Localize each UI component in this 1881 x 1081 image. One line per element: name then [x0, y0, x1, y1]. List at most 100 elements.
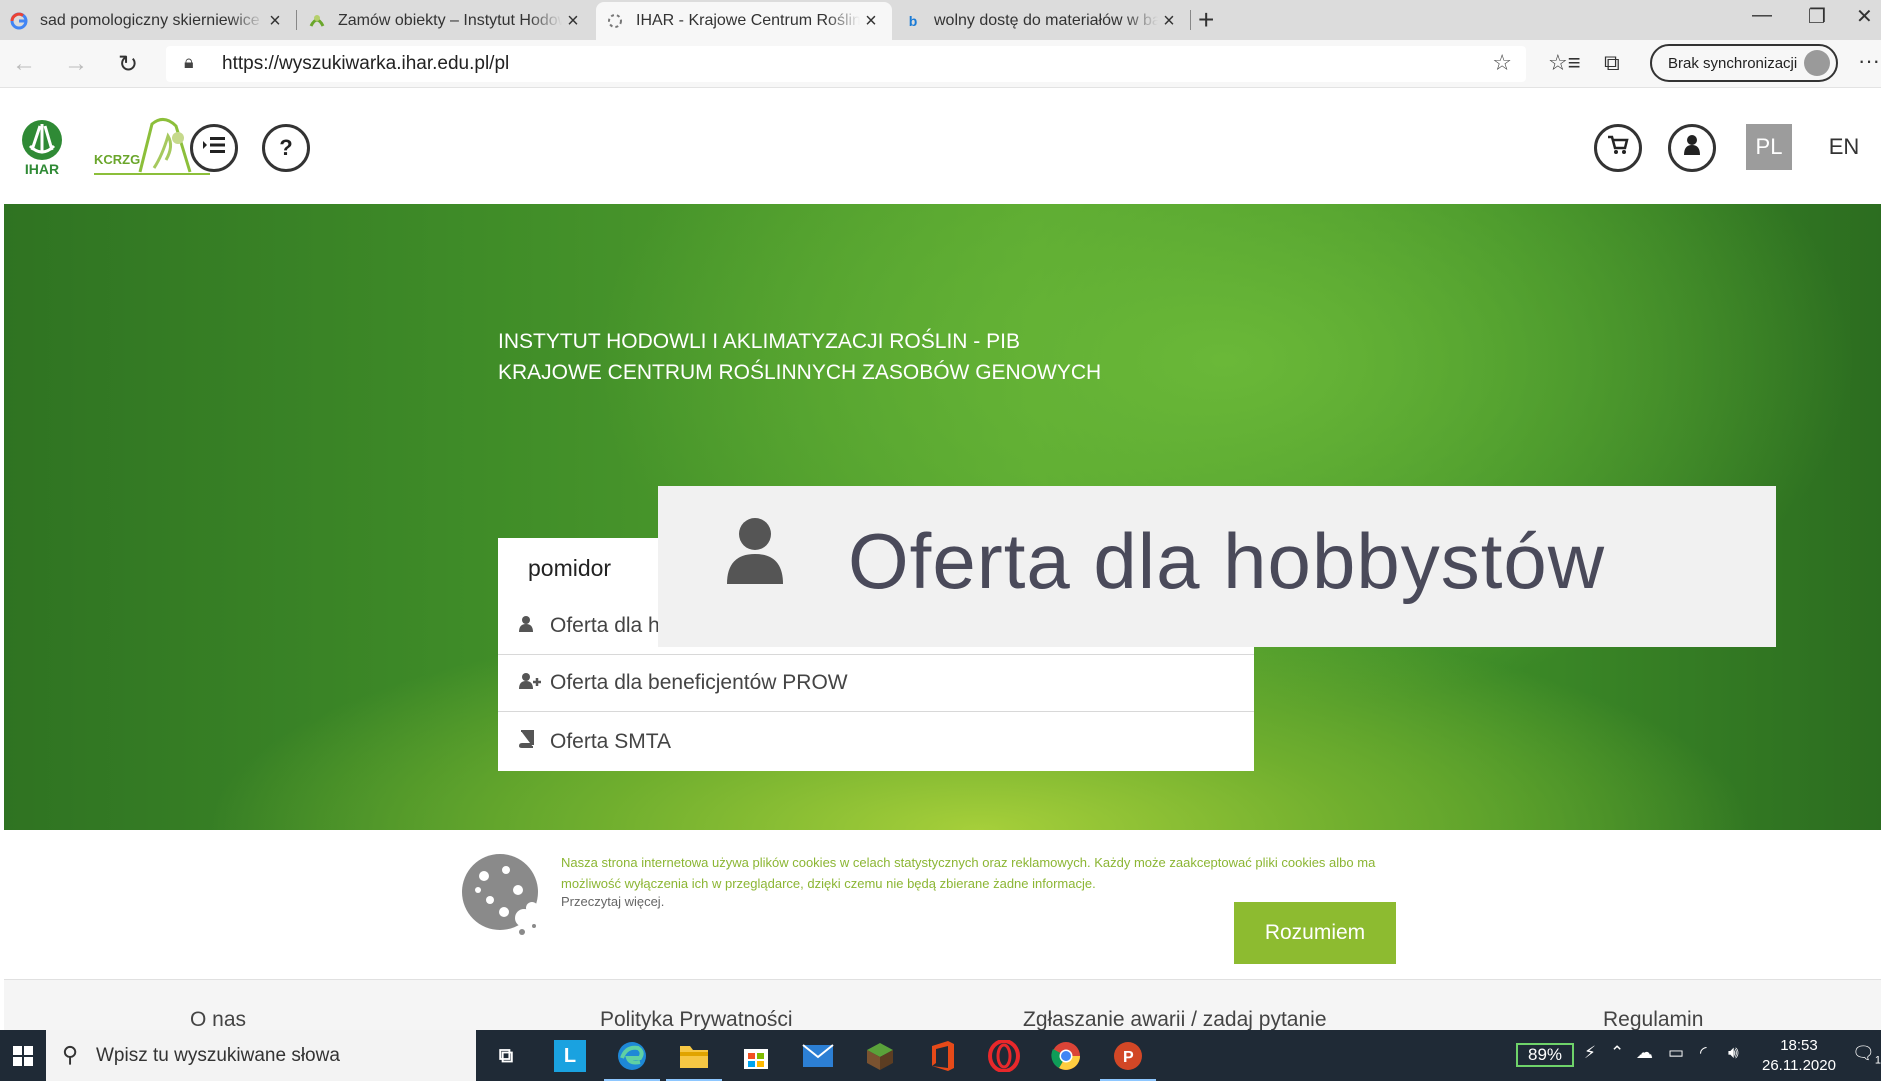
- magnifier-text: Oferta dla hobbystów: [848, 517, 1606, 605]
- taskbar-search[interactable]: ⚲ Wpisz tu wyszukiwane słowa: [46, 1030, 476, 1081]
- edge-app-icon[interactable]: [604, 1036, 660, 1081]
- close-icon[interactable]: ×: [860, 10, 882, 33]
- book-icon: [518, 730, 550, 753]
- footer-link-report[interactable]: Zgłaszanie awarii / zadaj pytanie: [1023, 1008, 1327, 1032]
- lexicon-app-icon[interactable]: L: [550, 1036, 590, 1076]
- file-explorer-icon[interactable]: [666, 1036, 722, 1081]
- menu-list-icon: [202, 135, 226, 161]
- minimize-icon[interactable]: —: [1752, 4, 1772, 27]
- suggestion-label: Oferta SMTA: [550, 729, 671, 753]
- chevron-up-icon[interactable]: ⌃: [1610, 1043, 1624, 1063]
- suggestion-smta[interactable]: Oferta SMTA: [498, 712, 1254, 771]
- user-icon: [518, 615, 550, 638]
- tab-separator: [296, 10, 297, 30]
- cart-icon: [1607, 135, 1629, 161]
- reload-icon[interactable]: ↻: [118, 50, 138, 79]
- help-button[interactable]: ?: [262, 124, 310, 172]
- cookie-text: Nasza strona internetowa używa plików co…: [561, 855, 1376, 891]
- powerpoint-icon[interactable]: P: [1100, 1036, 1156, 1081]
- cookie-banner: Nasza strona internetowa używa plików co…: [4, 830, 1881, 980]
- system-clock[interactable]: 18:53 26.11.2020: [1762, 1036, 1836, 1076]
- magnifier-overlay: Oferta dla hobbystów: [658, 486, 1776, 647]
- chrome-icon[interactable]: [1046, 1036, 1086, 1076]
- onedrive-icon[interactable]: ☁: [1636, 1043, 1653, 1063]
- cart-button[interactable]: [1594, 124, 1642, 172]
- close-icon[interactable]: ×: [562, 10, 584, 33]
- logo-kcrzg-text: KCRZG: [94, 152, 140, 167]
- battery-indicator[interactable]: 89%: [1516, 1043, 1574, 1067]
- svg-text:P: P: [1123, 1049, 1134, 1066]
- sync-label: Brak synchronizacji: [1668, 54, 1798, 72]
- taskbar-search-placeholder: Wpisz tu wyszukiwane słowa: [96, 1045, 340, 1066]
- user-icon: [724, 516, 786, 626]
- office-icon[interactable]: [922, 1036, 962, 1076]
- task-view-icon[interactable]: ⧉: [486, 1036, 526, 1076]
- avatar: [1804, 50, 1830, 76]
- favorites-icon[interactable]: ☆≡: [1548, 50, 1581, 76]
- store-icon[interactable]: [736, 1036, 776, 1076]
- clock-time: 18:53: [1780, 1037, 1818, 1054]
- site-footer: O nas Polityka Prywatności Zgłaszanie aw…: [4, 980, 1881, 1032]
- account-button[interactable]: [1668, 124, 1716, 172]
- browser-tab-active[interactable]: IHAR - Krajowe Centrum Roślinn ×: [596, 2, 892, 40]
- cookie-icon: [460, 852, 546, 940]
- cookie-accept-button[interactable]: Rozumiem: [1234, 902, 1396, 964]
- site-header: IHAR KCRZG ? PL EN: [4, 88, 1881, 204]
- ihar-logo[interactable]: IHAR: [12, 118, 74, 177]
- power-plug-icon[interactable]: ⚡: [1584, 1043, 1596, 1063]
- sync-profile-button[interactable]: Brak synchronizacji: [1650, 44, 1838, 82]
- help-icon: ?: [279, 135, 293, 160]
- browser-tab[interactable]: Zamów obiekty – Instytut Hodow ×: [298, 2, 594, 40]
- minecraft-icon[interactable]: [860, 1036, 900, 1076]
- suggestion-prow[interactable]: Oferta dla beneficjentów PROW: [498, 655, 1254, 712]
- start-button[interactable]: [0, 1030, 46, 1081]
- url-field[interactable]: 🔒︎ https://wyszukiwarka.ihar.edu.pl/pl ☆: [166, 46, 1526, 82]
- back-icon[interactable]: ←: [12, 50, 36, 78]
- wifi-icon[interactable]: ◜: [1700, 1043, 1707, 1063]
- more-menu-icon[interactable]: ···: [1858, 48, 1880, 74]
- battery-icon[interactable]: ▭: [1668, 1043, 1684, 1063]
- language-en-button[interactable]: EN: [1819, 124, 1869, 170]
- mail-icon[interactable]: [798, 1036, 838, 1076]
- new-tab-icon[interactable]: +: [1198, 4, 1214, 36]
- cookie-read-more-link[interactable]: Przeczytaj więcej.: [561, 894, 664, 909]
- user-icon: [1683, 134, 1701, 162]
- browser-tab[interactable]: b wolny dostę do materiałów w ba ×: [894, 2, 1190, 40]
- menu-button[interactable]: [190, 124, 238, 172]
- tab-title: Zamów obiekty – Instytut Hodow: [338, 12, 562, 29]
- restore-icon[interactable]: ❐: [1808, 4, 1826, 29]
- tab-title: sad pomologiczny skierniewice -: [40, 12, 264, 29]
- hero-section: INSTYTUT HODOWLI I AKLIMATYZACJI ROŚLIN …: [4, 204, 1881, 830]
- window-close-icon[interactable]: ✕: [1856, 4, 1873, 29]
- bing-icon: b: [908, 13, 918, 29]
- footer-link-about[interactable]: O nas: [190, 1008, 246, 1032]
- opera-icon[interactable]: [984, 1036, 1024, 1076]
- logo-ihar-text: IHAR: [25, 161, 59, 176]
- loading-icon: [606, 12, 624, 30]
- ihar-icon: [308, 12, 326, 30]
- tab-title: IHAR - Krajowe Centrum Roślinn: [636, 12, 860, 29]
- footer-link-terms[interactable]: Regulamin: [1603, 1008, 1703, 1032]
- footer-link-privacy[interactable]: Polityka Prywatności: [600, 1008, 793, 1032]
- forward-icon[interactable]: →: [64, 50, 88, 78]
- clock-date: 26.11.2020: [1762, 1057, 1836, 1074]
- close-icon[interactable]: ×: [264, 10, 286, 33]
- volume-icon[interactable]: 🔊︎: [1728, 1043, 1739, 1063]
- favorite-star-icon[interactable]: ☆: [1492, 50, 1512, 76]
- notifications-count: 1: [1874, 1054, 1881, 1067]
- collections-icon[interactable]: ⧉: [1604, 50, 1620, 76]
- browser-tab[interactable]: sad pomologiczny skierniewice - ×: [0, 2, 296, 40]
- hero-title-line2: KRAJOWE CENTRUM ROŚLINNYCH ZASOBÓW GENOW…: [498, 361, 1102, 384]
- language-pl-button[interactable]: PL: [1746, 124, 1792, 170]
- tab-separator: [1190, 10, 1191, 30]
- notifications-icon[interactable]: 🗨︎1: [1852, 1043, 1881, 1067]
- suggestion-label: Oferta dla h: [550, 614, 660, 637]
- address-bar-row: ← → ↻ 🔒︎ https://wyszukiwarka.ihar.edu.p…: [0, 40, 1881, 88]
- user-plus-icon: [518, 672, 550, 695]
- tab-title: wolny dostę do materiałów w ba: [934, 12, 1158, 29]
- search-icon: ⚲: [62, 1042, 79, 1067]
- close-icon[interactable]: ×: [1158, 10, 1180, 33]
- browser-tab-bar: sad pomologiczny skierniewice - × Zamów …: [0, 0, 1881, 40]
- google-icon: [10, 12, 28, 30]
- windows-icon: [13, 1045, 33, 1066]
